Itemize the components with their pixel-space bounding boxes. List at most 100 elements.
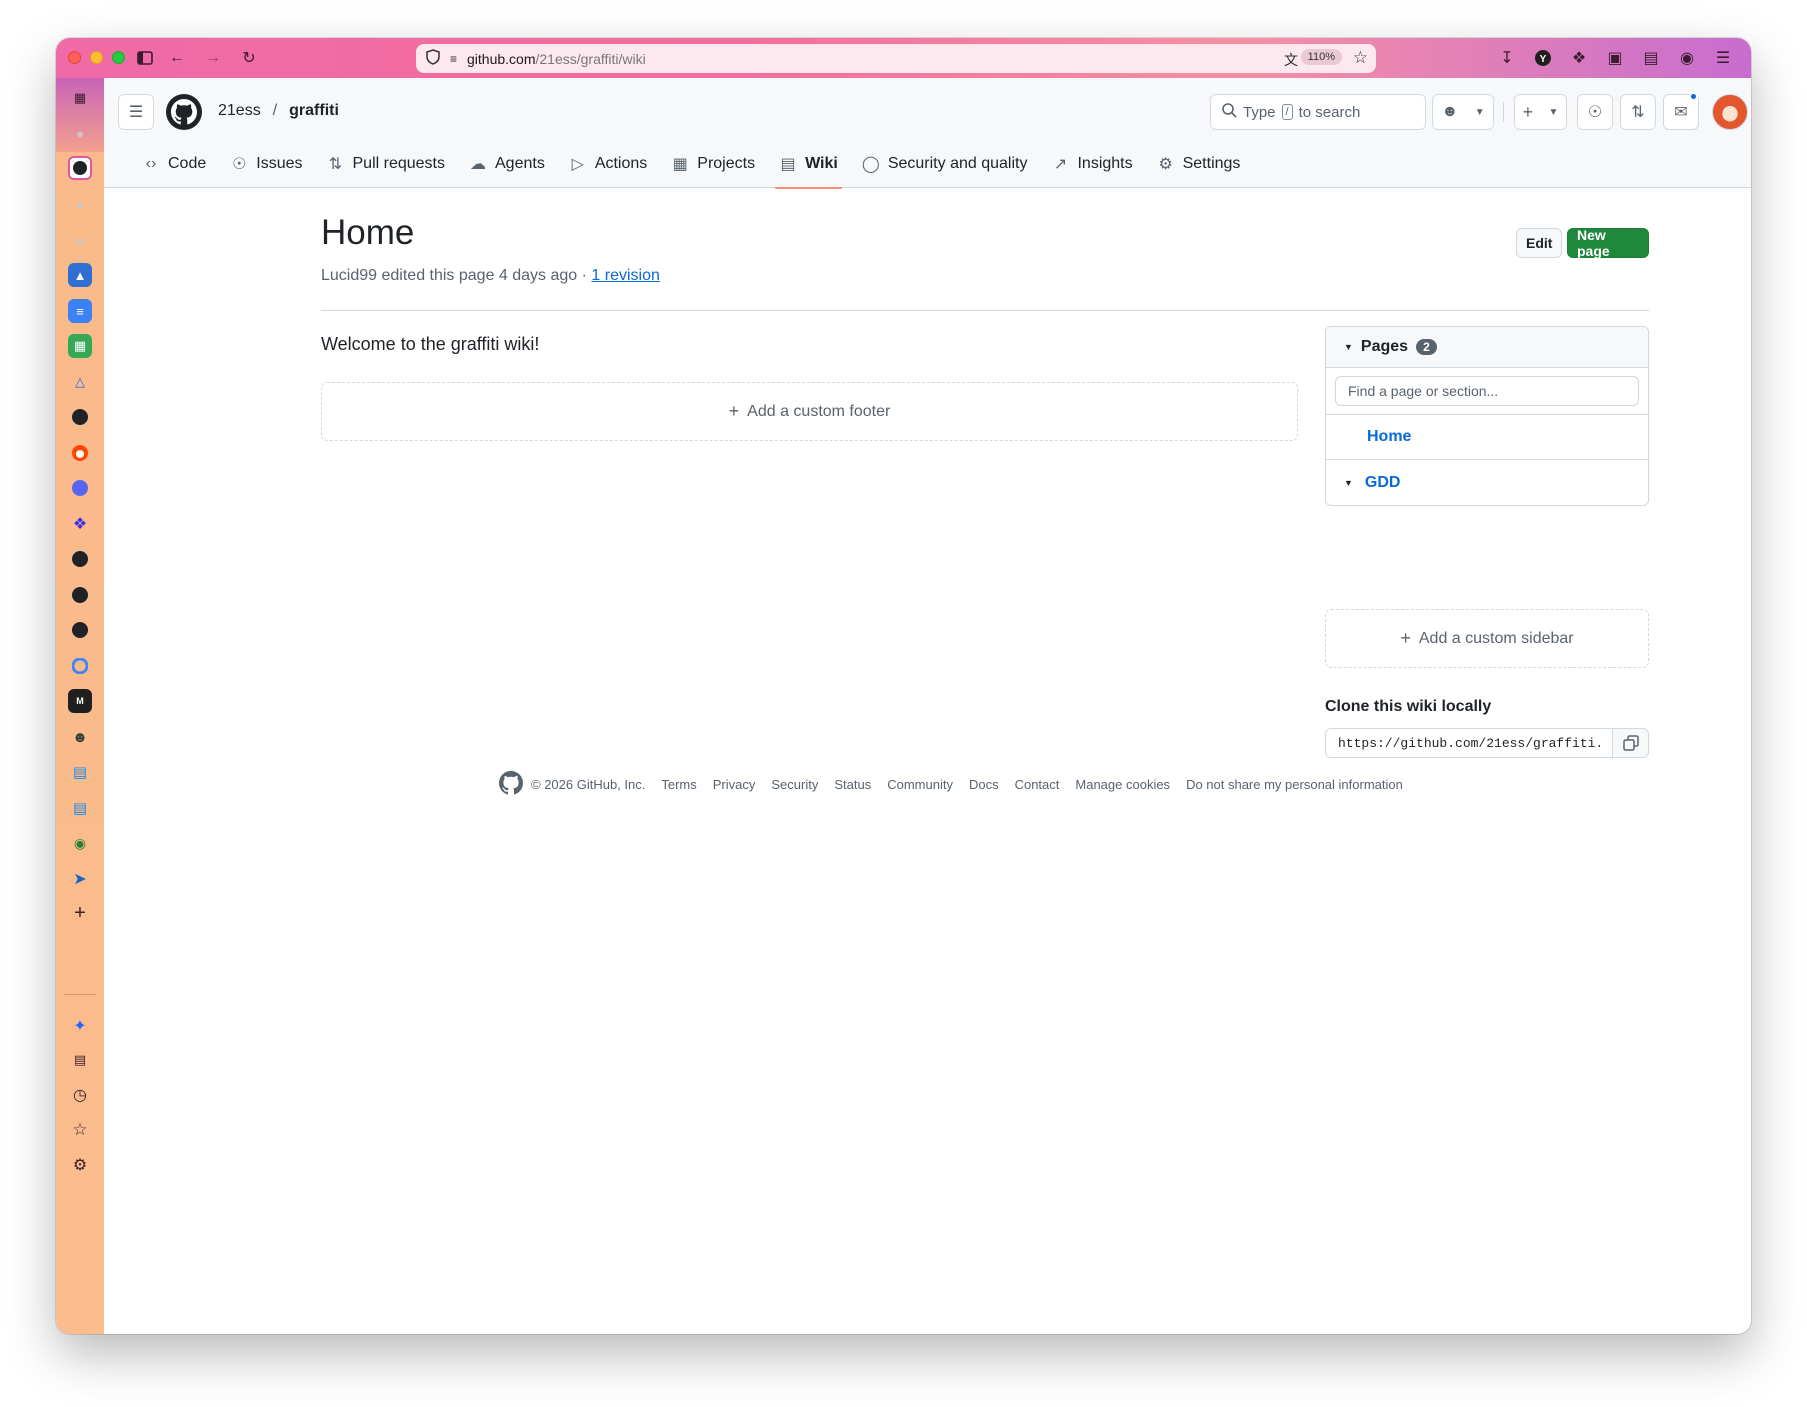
repo-owner-link[interactable]: 21ess (218, 102, 261, 120)
page-link-home[interactable]: Home (1326, 415, 1648, 460)
pull-requests-button[interactable]: ⇅ (1620, 94, 1656, 130)
menu-button[interactable]: ☰ (118, 94, 154, 130)
tab-issues[interactable]: ☉ Issues (218, 140, 314, 188)
sheets-icon[interactable]: ▦ (68, 334, 92, 358)
github-icon[interactable] (68, 583, 92, 607)
caret-down-icon[interactable]: ▼ (1344, 478, 1353, 488)
find-page-input[interactable] (1335, 376, 1639, 406)
footer-link-privacy[interactable]: Privacy (713, 777, 756, 792)
forward-arrow-icon[interactable]: → (202, 47, 224, 69)
bilibili-icon[interactable]: ▤ (68, 760, 92, 784)
repo-name-link[interactable]: graffiti (289, 102, 339, 120)
github-logo[interactable] (166, 94, 202, 130)
bookmarks-star-icon[interactable]: ☆ (68, 1118, 92, 1142)
github-header: ☰ 21ess / graffiti Type / to search ☻ ▼ (104, 78, 1751, 189)
tab-agents[interactable]: ☁ Agents (457, 140, 557, 188)
sidebar-panel-icon[interactable]: ▦ (68, 86, 92, 110)
medium-icon[interactable]: M (68, 689, 92, 713)
photos-icon[interactable]: ▲ (68, 263, 92, 287)
agents-icon: ☁ (470, 156, 486, 173)
new-page-button[interactable]: New page (1567, 227, 1649, 259)
footer-link-terms[interactable]: Terms (661, 777, 696, 792)
tab-label: Actions (594, 155, 648, 172)
footer-link-community[interactable]: Community (887, 777, 953, 792)
github-icon[interactable] (68, 405, 92, 429)
search-shortcut-key: / (1281, 104, 1293, 120)
reddit-icon[interactable] (68, 441, 92, 465)
footer-link-do-not-share[interactable]: Do not share my personal information (1186, 777, 1403, 792)
plus-icon: + (728, 401, 740, 421)
tab-wiki[interactable]: ▤ Wiki (767, 140, 850, 189)
tab-code[interactable]: ‹› Code (130, 140, 218, 188)
issues-button[interactable]: ☉ (1577, 94, 1613, 130)
close-window-button[interactable] (68, 51, 81, 64)
docs-icon[interactable]: ≡ (68, 299, 92, 323)
apple-icon[interactable]: ● (68, 121, 92, 145)
gear-icon: ⚙ (1158, 156, 1173, 173)
footer-link-docs[interactable]: Docs (969, 777, 999, 792)
address-bar[interactable]: ≡ github.com /21ess/graffiti/wiki 文 110%… (416, 44, 1376, 73)
bookmark-star-icon[interactable]: ☆ (1353, 48, 1368, 68)
tab-projects[interactable]: ▦ Projects (659, 140, 767, 188)
create-new-button[interactable]: + ▼ (1514, 94, 1567, 130)
github-footer-logo[interactable] (499, 771, 523, 798)
footer-link-status[interactable]: Status (834, 777, 871, 792)
page-meta: Lucid99 edited this page 4 days ago · 1 … (321, 267, 660, 285)
tab-settings[interactable]: ⚙ Settings (1145, 140, 1253, 188)
settings-gear-icon[interactable]: ⚙ (68, 1153, 92, 1177)
github-icon[interactable] (68, 547, 92, 571)
footer-link-manage-cookies[interactable]: Manage cookies (1075, 777, 1170, 792)
extensions-puzzle-icon[interactable]: ❖ (1568, 47, 1590, 69)
tab-pull-requests[interactable]: ⇅ Pull requests (315, 140, 458, 188)
dropbox-icon[interactable]: ❖ (68, 512, 92, 536)
edit-button[interactable]: Edit (1516, 228, 1563, 258)
profile-mask-icon[interactable]: ◉ (1676, 47, 1698, 69)
apple-icon[interactable]: ● (68, 228, 92, 252)
footer-link-contact[interactable]: Contact (1015, 777, 1060, 792)
tab-actions[interactable]: ▷ Actions (557, 140, 659, 188)
add-panel-icon[interactable]: + (68, 901, 92, 925)
browser-window: ← → ↻ ≡ github.com /21ess/graffiti/wiki … (56, 38, 1751, 1334)
discord-icon[interactable] (68, 476, 92, 500)
search-input[interactable]: Type / to search (1210, 94, 1426, 130)
url-host: github.com (467, 50, 536, 67)
google-icon[interactable] (68, 654, 92, 678)
revision-link[interactable]: 1 revision (591, 267, 659, 284)
footer-link-security[interactable]: Security (771, 777, 818, 792)
tab-label: Wiki (805, 155, 838, 172)
page-link-gdd[interactable]: ▼ GDD (1326, 460, 1648, 505)
reader-view-icon[interactable]: ▤ (1640, 47, 1662, 69)
sparkle-ai-icon[interactable]: ✦ (68, 1014, 92, 1038)
bot-icon[interactable]: ☻ (68, 725, 92, 749)
bolt-icon[interactable]: ➤ (68, 867, 92, 891)
pages-header[interactable]: ▼ Pages 2 (1326, 327, 1648, 368)
container-icon[interactable]: ▣ (1604, 47, 1626, 69)
app-menu-icon[interactable]: ☰ (1712, 47, 1734, 69)
drive-icon[interactable]: △ (68, 370, 92, 394)
copy-button[interactable] (1613, 728, 1649, 758)
copilot-button[interactable]: ☻ ▼ (1432, 94, 1494, 130)
tab-insights[interactable]: ↗ Insights (1039, 140, 1144, 188)
maximize-window-button[interactable] (112, 51, 125, 64)
zoom-level-badge[interactable]: 110% (1300, 49, 1342, 65)
bilibili-icon[interactable]: ▤ (68, 796, 92, 820)
downloads-panel-icon[interactable]: ▤ (68, 1048, 92, 1072)
user-avatar[interactable] (1712, 94, 1748, 130)
clone-url-field[interactable] (1325, 728, 1613, 758)
minimize-window-button[interactable] (90, 51, 103, 64)
add-custom-sidebar-button[interactable]: + Add a custom sidebar (1325, 609, 1649, 668)
turtle-icon[interactable]: ◉ (68, 831, 92, 855)
site-settings-icon[interactable]: ≡ (450, 52, 457, 66)
extension-y-icon[interactable]: Y (1532, 47, 1554, 69)
tab-security-and-quality[interactable]: ◯ Security and quality (850, 140, 1040, 188)
github-tab-icon[interactable] (68, 156, 92, 180)
add-custom-footer-button[interactable]: + Add a custom footer (321, 382, 1298, 441)
download-icon[interactable]: ↧ (1496, 47, 1518, 69)
translate-icon[interactable]: 文 (1284, 50, 1298, 70)
github-icon[interactable] (68, 618, 92, 642)
back-arrow-icon[interactable]: ← (166, 47, 188, 69)
history-clock-icon[interactable]: ◷ (68, 1083, 92, 1107)
apple-icon[interactable]: ● (68, 192, 92, 216)
reload-icon[interactable]: ↻ (238, 47, 260, 69)
sidebar-toggle-icon[interactable] (134, 47, 156, 69)
